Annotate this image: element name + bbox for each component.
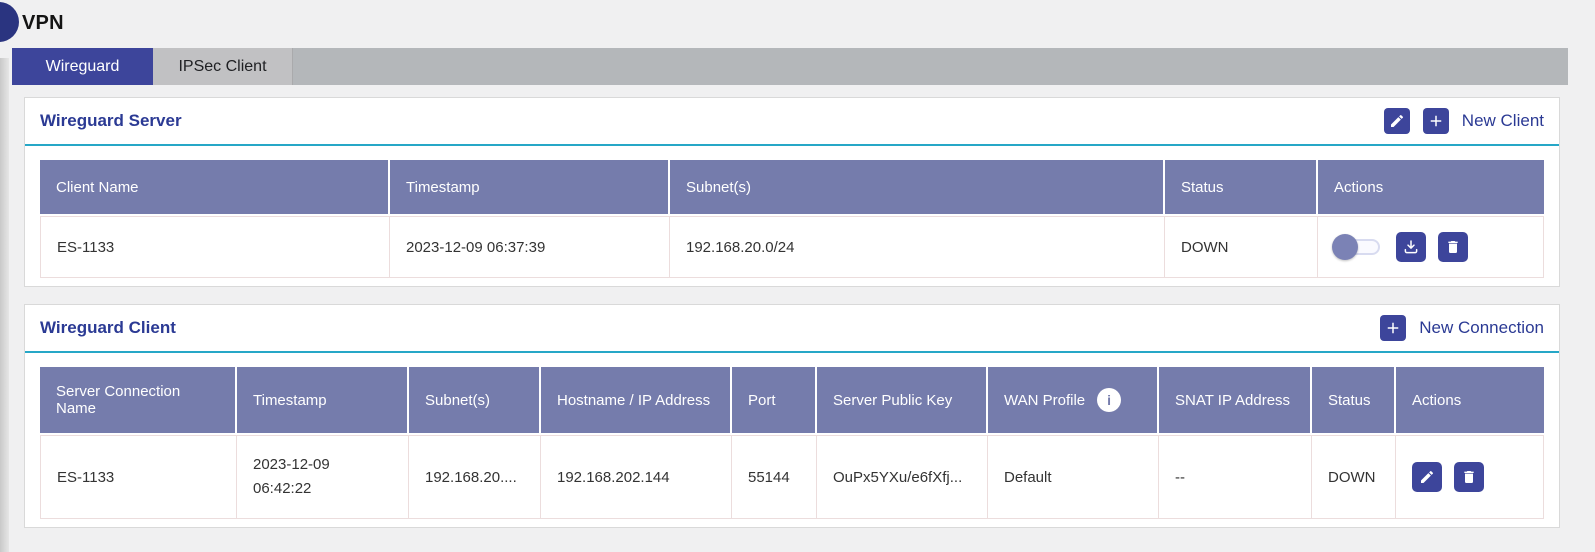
pencil-icon	[1389, 113, 1405, 129]
col-server-connection-name: Server Connection Name	[40, 367, 237, 435]
wan-profile-label: WAN Profile	[1004, 392, 1085, 409]
wireguard-server-actions: New Client	[1384, 108, 1544, 134]
col-actions: Actions	[1318, 160, 1544, 216]
col-subnets: Subnet(s)	[670, 160, 1165, 216]
server-timestamp-cell: 2023-12-09 06:37:39	[390, 216, 670, 278]
wireguard-server-table: Client Name Timestamp Subnet(s) Status A…	[40, 160, 1544, 278]
edit-connection-button[interactable]	[1412, 462, 1442, 492]
wireguard-server-title: Wireguard Server	[40, 111, 182, 131]
new-client-plus-button[interactable]	[1423, 108, 1449, 134]
wireguard-client-panel: Wireguard Client New Connection Server C…	[24, 304, 1560, 528]
new-connection-label[interactable]: New Connection	[1419, 318, 1544, 338]
col-hostname-ip: Hostname / IP Address	[541, 367, 732, 435]
new-client-label[interactable]: New Client	[1462, 111, 1544, 131]
client-snat-cell: --	[1159, 435, 1312, 519]
tab-wireguard[interactable]: Wireguard	[12, 48, 153, 85]
server-subnets-cell: 192.168.20.0/24	[670, 216, 1165, 278]
client-status-cell: DOWN	[1312, 435, 1396, 519]
server-status-cell: DOWN	[1165, 216, 1318, 278]
col-timestamp: Timestamp	[390, 160, 670, 216]
col-wan-profile: WAN Profile i	[988, 367, 1159, 435]
col-snat-ip: SNAT IP Address	[1159, 367, 1312, 435]
toggle-knob	[1332, 234, 1358, 260]
col-status: Status	[1165, 160, 1318, 216]
client-table-row: ES-1133 2023-12-09 06:42:22 192.168.20..…	[40, 435, 1544, 519]
wireguard-client-actions: New Connection	[1380, 315, 1544, 341]
server-actions-cell	[1318, 216, 1544, 278]
server-table-header-row: Client Name Timestamp Subnet(s) Status A…	[40, 160, 1544, 216]
download-config-button[interactable]	[1396, 232, 1426, 262]
delete-client-button[interactable]	[1438, 232, 1468, 262]
client-wan-profile-cell: Default	[988, 435, 1159, 519]
client-subnets-cell: 192.168.20....	[409, 435, 541, 519]
new-connection-plus-button[interactable]	[1380, 315, 1406, 341]
delete-connection-button[interactable]	[1454, 462, 1484, 492]
wireguard-server-panel-header: Wireguard Server New Client	[25, 98, 1559, 146]
left-scrollbar-strip[interactable]	[0, 58, 9, 552]
col-port: Port	[732, 367, 817, 435]
page-title: VPN	[22, 12, 64, 35]
server-client-name-cell: ES-1133	[40, 216, 390, 278]
tab-ipsec-client-label: IPSec Client	[178, 58, 266, 76]
client-name-cell: ES-1133	[40, 435, 237, 519]
wireguard-client-title: Wireguard Client	[40, 318, 176, 338]
client-actions-cell	[1396, 435, 1544, 519]
client-timestamp-text: 2023-12-09 06:42:22	[253, 453, 353, 501]
server-table-row: ES-1133 2023-12-09 06:37:39 192.168.20.0…	[40, 216, 1544, 278]
wireguard-client-panel-header: Wireguard Client New Connection	[25, 305, 1559, 353]
col-timestamp: Timestamp	[237, 367, 409, 435]
col-subnets: Subnet(s)	[409, 367, 541, 435]
plus-icon	[1384, 319, 1402, 337]
tab-wireguard-label: Wireguard	[46, 58, 120, 76]
download-icon	[1402, 238, 1420, 256]
col-actions: Actions	[1396, 367, 1544, 435]
tabbar: Wireguard IPSec Client	[12, 48, 1568, 85]
client-hostname-cell: 192.168.202.144	[541, 435, 732, 519]
trash-icon	[1445, 239, 1461, 255]
trash-icon	[1461, 469, 1477, 485]
plus-icon	[1427, 112, 1445, 130]
col-client-name: Client Name	[40, 160, 390, 216]
info-icon[interactable]: i	[1097, 388, 1121, 412]
pencil-icon	[1419, 469, 1435, 485]
col-status: Status	[1312, 367, 1396, 435]
edit-server-button[interactable]	[1384, 108, 1410, 134]
client-port-cell: 55144	[732, 435, 817, 519]
wireguard-server-panel: Wireguard Server New Client Client Name …	[24, 97, 1560, 287]
client-timestamp-cell: 2023-12-09 06:42:22	[237, 435, 409, 519]
wireguard-client-table: Server Connection Name Timestamp Subnet(…	[40, 367, 1544, 519]
col-server-public-key: Server Public Key	[817, 367, 988, 435]
client-public-key-cell: OuPx5YXu/e6fXfj...	[817, 435, 988, 519]
page-header: VPN	[0, 0, 1595, 46]
server-enable-toggle[interactable]	[1334, 234, 1382, 260]
client-table-header-row: Server Connection Name Timestamp Subnet(…	[40, 367, 1544, 435]
tab-ipsec-client[interactable]: IPSec Client	[153, 48, 293, 85]
tabbar-filler	[293, 48, 1568, 85]
